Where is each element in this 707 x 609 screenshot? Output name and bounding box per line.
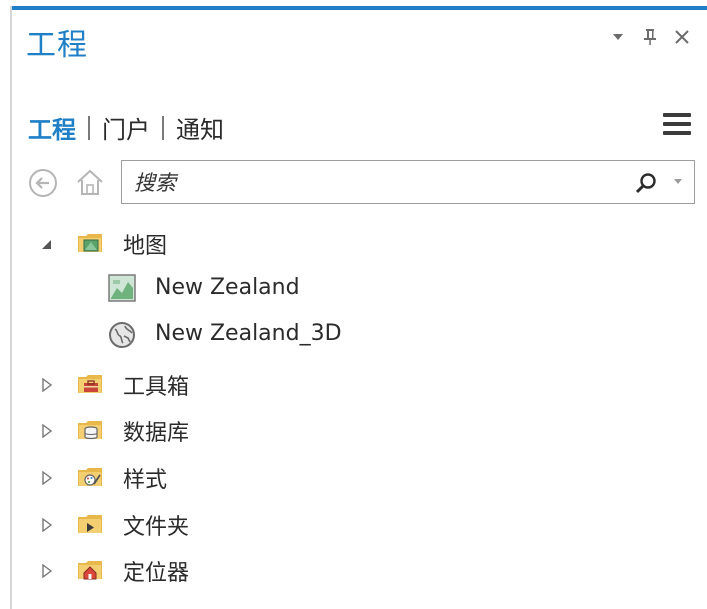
toolbox-folder-icon: [76, 369, 104, 397]
pane-window-controls: [609, 28, 691, 46]
tree-item-label: 数据库: [123, 421, 190, 446]
close-icon[interactable]: [673, 28, 691, 46]
pane-title: 工程: [26, 28, 88, 63]
tab-notifications[interactable]: 通知: [176, 110, 224, 145]
catalog-pane: 工程 工程 门户 通知 搜索 地图 New Zealand New Zealan…: [0, 0, 707, 609]
expand-triangle-icon[interactable]: [40, 377, 54, 393]
styles-folder-icon: [76, 462, 104, 490]
pane-tabs: 工程 门户 通知: [28, 110, 224, 145]
tree-item-label: New Zealand: [155, 275, 300, 300]
tree-item-label: 文件夹: [123, 515, 190, 540]
globe-icon: [108, 321, 136, 349]
tree-item-label: 样式: [123, 468, 168, 493]
expand-triangle-icon[interactable]: [40, 517, 54, 533]
tab-portal[interactable]: 门户: [102, 110, 150, 145]
search-box: [121, 160, 695, 204]
map-icon: [108, 274, 136, 302]
back-arrow-icon[interactable]: [28, 168, 58, 198]
pin-icon[interactable]: [641, 28, 659, 46]
expand-triangle-icon[interactable]: [40, 423, 54, 439]
home-icon[interactable]: [74, 166, 106, 198]
pane-left-border: [10, 6, 12, 609]
tab-divider: [88, 115, 90, 140]
hamburger-menu-icon[interactable]: [663, 113, 691, 135]
tab-divider: [162, 115, 164, 140]
tree-item-label: 工具箱: [123, 375, 190, 400]
collapse-triangle-icon[interactable]: [39, 236, 53, 250]
tab-project[interactable]: 工程: [28, 110, 76, 145]
pane-top-accent-bar: [12, 6, 707, 10]
database-folder-icon: [76, 415, 104, 443]
tree-item-label: 定位器: [123, 561, 190, 586]
search-icon[interactable]: [634, 171, 658, 195]
expand-triangle-icon[interactable]: [40, 470, 54, 486]
locator-folder-icon: [76, 555, 104, 583]
menu-dropdown-icon[interactable]: [609, 28, 627, 46]
tree-item-label: New Zealand_3D: [155, 321, 342, 346]
search-options-chevron-icon[interactable]: [674, 179, 682, 184]
expand-triangle-icon[interactable]: [40, 563, 54, 579]
folder-connection-icon: [76, 509, 104, 537]
tree-item-label: 地图: [123, 234, 168, 259]
search-input[interactable]: [132, 167, 616, 199]
map-folder-icon: [76, 228, 104, 256]
